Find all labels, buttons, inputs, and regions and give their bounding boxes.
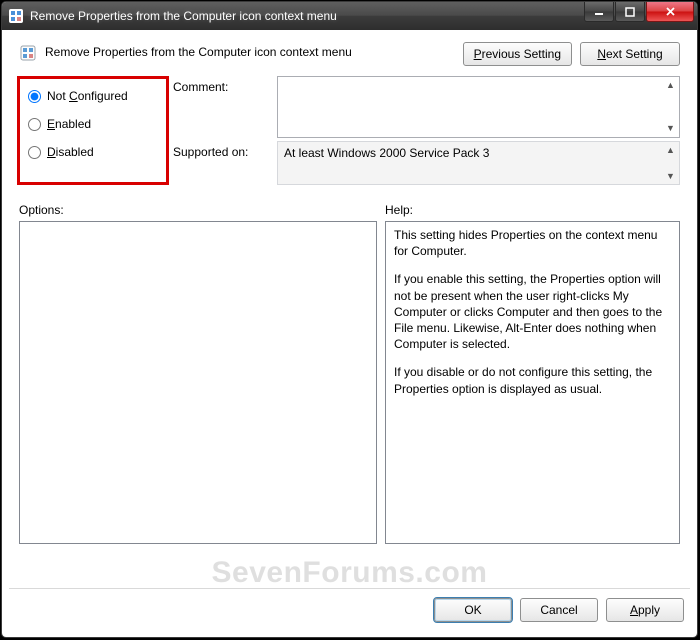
help-paragraph: If you enable this setting, the Properti…	[394, 271, 671, 352]
help-label: Help:	[385, 203, 413, 217]
watermark-text: SevenForums.com	[9, 556, 690, 590]
help-paragraph: This setting hides Properties on the con…	[394, 227, 671, 259]
close-button[interactable]	[646, 2, 694, 22]
client-area: Remove Properties from the Computer icon…	[9, 36, 690, 630]
comment-scroll-down-icon[interactable]: ▼	[663, 121, 678, 135]
maximize-button[interactable]	[615, 2, 645, 22]
radio-disabled-input[interactable]	[28, 146, 41, 159]
dialog-button-bar: OK Cancel Apply	[9, 588, 690, 630]
radio-not-configured[interactable]: Not Configured	[26, 89, 160, 103]
header-row: Remove Properties from the Computer icon…	[19, 42, 680, 66]
policy-icon	[19, 44, 37, 62]
previous-setting-button[interactable]: Previous Setting	[463, 42, 572, 66]
comment-label: Comment:	[173, 76, 273, 141]
options-label: Options:	[19, 203, 385, 217]
mid-grid: Not Configured Enabled Disabled Comment:…	[19, 76, 680, 185]
help-paragraph: If you disable or do not configure this …	[394, 364, 671, 396]
supported-on-label: Supported on:	[173, 141, 273, 185]
comment-scroll-up-icon[interactable]: ▲	[663, 78, 678, 92]
radio-disabled[interactable]: Disabled	[26, 145, 160, 159]
options-pane	[19, 221, 377, 544]
app-icon	[8, 8, 24, 24]
policy-editor-window: Remove Properties from the Computer icon…	[1, 1, 698, 638]
radio-enabled[interactable]: Enabled	[26, 117, 160, 131]
minimize-button[interactable]	[584, 2, 614, 22]
comment-field-wrap: ▲ ▼	[277, 76, 680, 141]
panes: This setting hides Properties on the con…	[19, 221, 680, 544]
section-labels: Options: Help:	[19, 203, 680, 217]
window-controls	[583, 2, 694, 22]
radio-not-configured-input[interactable]	[28, 90, 41, 103]
next-setting-button[interactable]: Next Setting	[580, 42, 680, 66]
cancel-button[interactable]: Cancel	[520, 598, 598, 622]
apply-button[interactable]: Apply	[606, 598, 684, 622]
window-title: Remove Properties from the Computer icon…	[30, 9, 337, 23]
supported-on-value: At least Windows 2000 Service Pack 3 ▲ ▼	[277, 141, 680, 185]
supported-scroll-up-icon[interactable]: ▲	[663, 143, 678, 157]
help-pane: This setting hides Properties on the con…	[385, 221, 680, 544]
titlebar[interactable]: Remove Properties from the Computer icon…	[2, 2, 697, 30]
policy-title: Remove Properties from the Computer icon…	[45, 42, 463, 59]
radio-enabled-input[interactable]	[28, 118, 41, 131]
ok-button[interactable]: OK	[434, 598, 512, 622]
supported-scroll-down-icon[interactable]: ▼	[663, 169, 678, 183]
comment-textarea[interactable]	[277, 76, 680, 138]
state-radio-group: Not Configured Enabled Disabled	[17, 76, 169, 185]
